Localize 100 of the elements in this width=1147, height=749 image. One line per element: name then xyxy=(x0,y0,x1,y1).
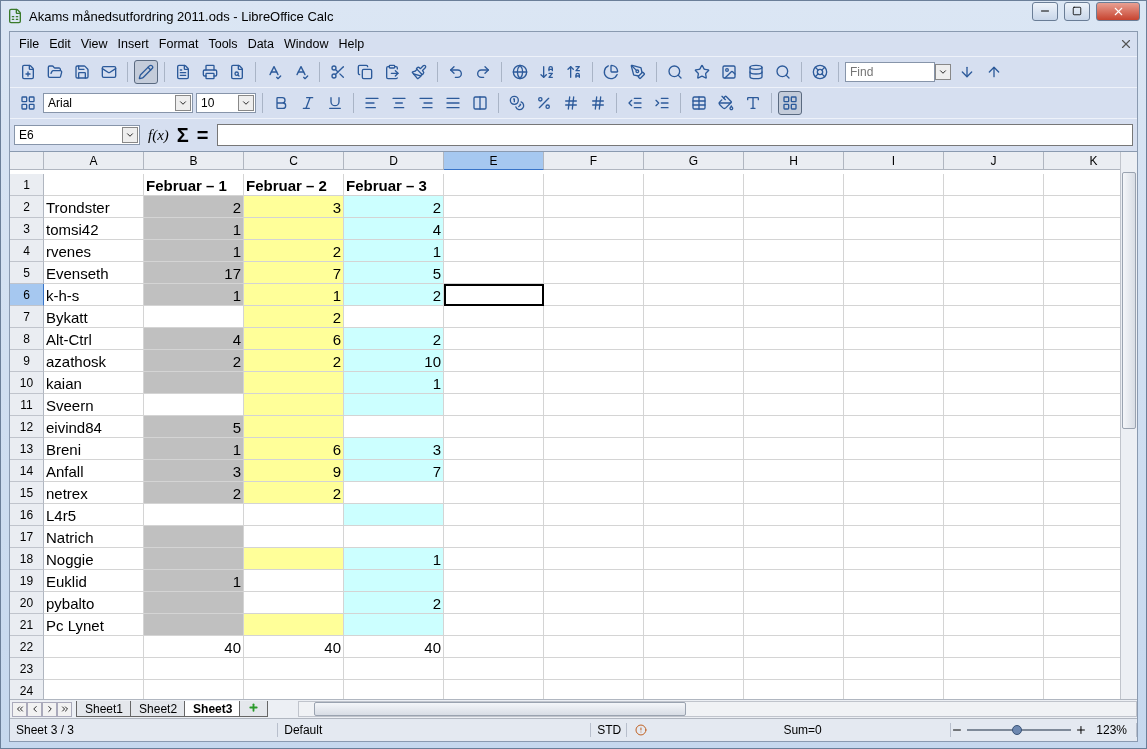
name-box[interactable]: E6 xyxy=(14,125,140,145)
zoom-in-icon[interactable] xyxy=(1075,724,1088,736)
row-header[interactable]: 24 xyxy=(10,680,44,699)
row-header[interactable]: 17 xyxy=(10,526,44,548)
menu-item[interactable]: Help xyxy=(333,37,370,51)
menu-item[interactable]: Data xyxy=(242,37,280,51)
row-header[interactable]: 6 xyxy=(10,284,44,306)
column-header[interactable]: A xyxy=(44,152,144,170)
double-left-icon xyxy=(14,704,25,714)
row-header[interactable]: 7 xyxy=(10,306,44,328)
column-header[interactable]: E xyxy=(444,152,544,170)
font-name-text: Arial xyxy=(47,96,73,110)
table-cell: 1 xyxy=(144,284,244,306)
previous-sheet-button[interactable] xyxy=(27,701,42,717)
row-header[interactable]: 13 xyxy=(10,438,44,460)
formula-button[interactable]: = xyxy=(196,123,209,147)
column-header[interactable]: H xyxy=(744,152,844,170)
row-header[interactable]: 18 xyxy=(10,548,44,570)
column-header[interactable]: G xyxy=(644,152,744,170)
menu-item[interactable]: View xyxy=(75,37,113,51)
table-cell: 2 xyxy=(344,592,444,614)
table-cell: 1 xyxy=(244,284,344,306)
close-document-icon[interactable] xyxy=(1119,37,1133,51)
sum-button[interactable]: Σ xyxy=(176,123,189,147)
row-header[interactable]: 15 xyxy=(10,482,44,504)
font-size-field[interactable]: 10 xyxy=(196,93,256,113)
vertical-scrollbar[interactable] xyxy=(1120,152,1137,699)
caret-icon xyxy=(125,130,135,140)
menu-item[interactable]: File xyxy=(14,37,45,51)
column-header[interactable]: B xyxy=(144,152,244,170)
next-sheet-button[interactable] xyxy=(42,701,57,717)
sheet-tab[interactable]: Sheet2 xyxy=(130,701,187,717)
column-header[interactable]: J xyxy=(944,152,1044,170)
table-cell: Alt-Ctrl xyxy=(44,328,144,350)
table-cell: 4 xyxy=(344,218,444,240)
row-header[interactable]: 10 xyxy=(10,372,44,394)
window-title: Akams månedsutfordring 2011.ods - LibreOffice Calc xyxy=(29,8,335,24)
grid-lines-icon[interactable] xyxy=(778,91,802,115)
dropdown-button[interactable] xyxy=(175,95,191,111)
plus-icon xyxy=(248,701,260,713)
column-header[interactable]: F xyxy=(544,152,644,170)
find-field[interactable]: Find xyxy=(845,62,935,82)
table-cell: Noggie xyxy=(44,548,144,570)
table-cell: 2 xyxy=(244,240,344,262)
last-sheet-button[interactable] xyxy=(57,701,72,717)
table-cell: Februar – 3 xyxy=(344,174,444,196)
menu-item[interactable]: Insert xyxy=(112,37,154,51)
dropdown-button[interactable] xyxy=(238,95,254,111)
row-header[interactable]: 22 xyxy=(10,636,44,658)
table-cell: 40 xyxy=(144,636,244,658)
table-cell: Euklid xyxy=(44,570,144,592)
function-wizard-button[interactable]: f(x) xyxy=(148,126,169,144)
sheet-tab[interactable]: Sheet3 xyxy=(184,701,242,717)
dropdown-button[interactable] xyxy=(935,64,951,80)
close-button[interactable] xyxy=(1096,1,1140,21)
column-header[interactable]: C xyxy=(244,152,344,170)
row-header[interactable]: 8 xyxy=(10,328,44,350)
horizontal-scrollbar[interactable] xyxy=(298,701,1137,717)
row-header[interactable]: 9 xyxy=(10,350,44,372)
minimize-button[interactable] xyxy=(1032,1,1058,21)
table-cell: 2 xyxy=(144,196,244,218)
row-header[interactable]: 4 xyxy=(10,240,44,262)
cell-reference-text: E6 xyxy=(18,128,35,142)
menu-item[interactable]: Format xyxy=(153,37,204,51)
menu-item[interactable]: Edit xyxy=(44,37,76,51)
row-header[interactable]: 16 xyxy=(10,504,44,526)
table-cell: 1 xyxy=(344,548,444,570)
formula-input-field[interactable] xyxy=(216,124,1133,146)
page-style: Default xyxy=(278,723,592,737)
table-cell: 9 xyxy=(244,460,344,482)
row-header[interactable]: 2 xyxy=(10,196,44,218)
table-cell: Sveern xyxy=(44,394,144,416)
font-name-field[interactable]: Arial xyxy=(43,93,193,113)
sheet-tab[interactable]: Sheet1 xyxy=(76,701,133,717)
menu-item[interactable]: Tools xyxy=(203,37,243,51)
column-header[interactable]: D xyxy=(344,152,444,170)
document-modified-icon xyxy=(635,724,648,736)
maximize-button[interactable] xyxy=(1064,1,1090,21)
table-cell: 2 xyxy=(344,196,444,218)
menu-item[interactable]: Window xyxy=(279,37,334,51)
zoom-slider-thumb[interactable] xyxy=(1012,725,1023,735)
edit-file-icon[interactable] xyxy=(134,60,158,84)
column-header[interactable]: K xyxy=(1044,152,1120,170)
row-header[interactable]: 3 xyxy=(10,218,44,240)
row-header[interactable]: 21 xyxy=(10,614,44,636)
row-header[interactable]: 19 xyxy=(10,570,44,592)
add-sheet-button[interactable] xyxy=(239,701,269,717)
table-cell: 2 xyxy=(244,350,344,372)
row-header[interactable]: 1 xyxy=(10,174,44,196)
row-header[interactable]: 12 xyxy=(10,416,44,438)
table-cell: 1 xyxy=(144,218,244,240)
row-header[interactable]: 14 xyxy=(10,460,44,482)
sum-readout: Sum=0 xyxy=(655,723,952,737)
row-header[interactable]: 23 xyxy=(10,658,44,680)
dropdown-button[interactable] xyxy=(122,127,138,143)
row-header[interactable]: 5 xyxy=(10,262,44,284)
column-header[interactable]: I xyxy=(844,152,944,170)
row-header[interactable]: 20 xyxy=(10,592,44,614)
first-sheet-button[interactable] xyxy=(12,701,27,717)
row-header[interactable]: 11 xyxy=(10,394,44,416)
